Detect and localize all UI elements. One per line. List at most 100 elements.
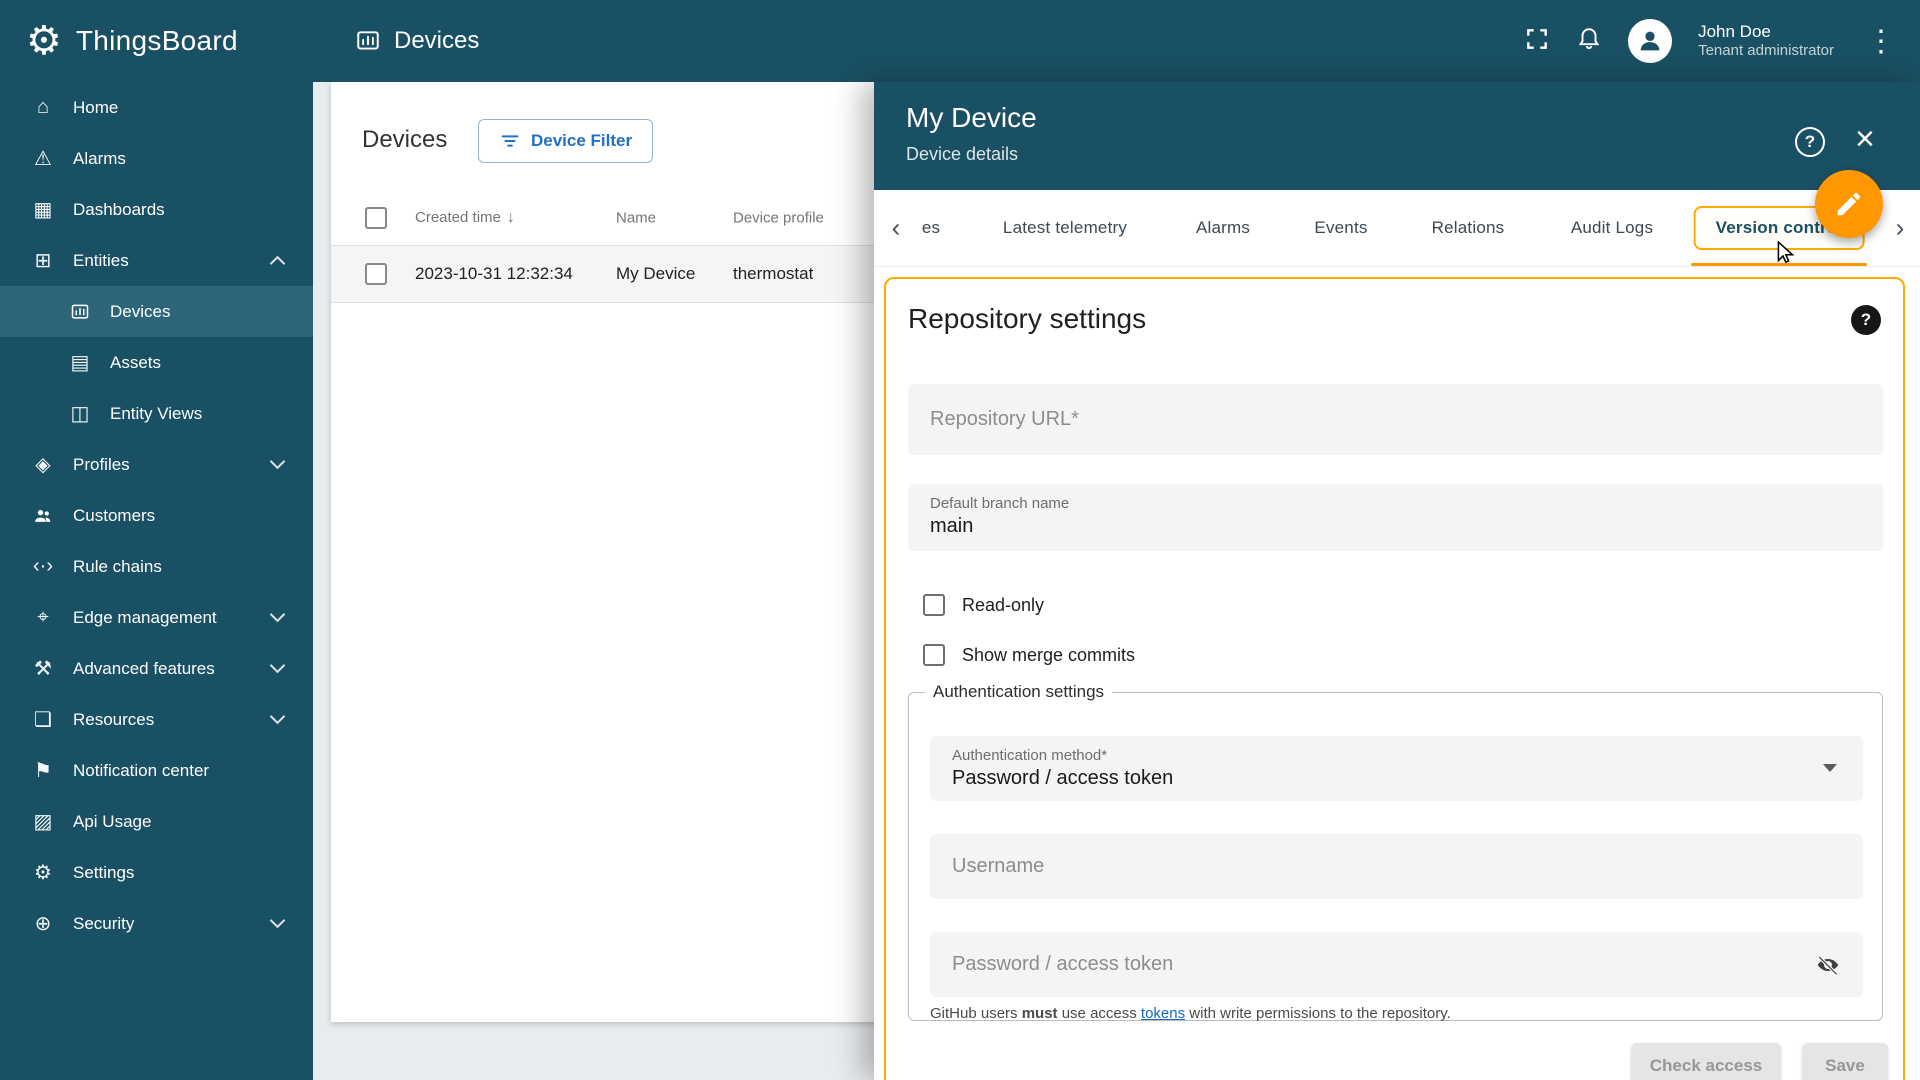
edge-antenna-icon: ⌖: [37, 606, 49, 628]
default-branch-input[interactable]: [930, 515, 1808, 538]
sidebar-item-customers[interactable]: Customers: [0, 490, 313, 541]
customers-icon: [30, 506, 56, 526]
mouse-cursor: [1773, 240, 1799, 271]
sidebar-item-resources[interactable]: ❏ Resources: [0, 694, 313, 745]
chevron-up-icon: [269, 255, 286, 272]
help-icon[interactable]: ?: [1795, 127, 1825, 157]
devices-icon: [67, 302, 93, 322]
repository-url-input[interactable]: [908, 408, 1786, 431]
username-input[interactable]: [930, 855, 1770, 878]
toggle-password-visibility-icon[interactable]: [1815, 952, 1841, 978]
sidebar-item-entity-views[interactable]: ◫ Entity Views: [0, 388, 313, 439]
flag-icon: ⚑: [34, 760, 52, 782]
entity-views-icon: ◫: [70, 403, 90, 425]
pencil-icon: [1837, 192, 1861, 216]
sidebar-item-security[interactable]: ⊕ Security: [0, 898, 313, 949]
chevron-down-icon: [269, 657, 286, 674]
tab-relations[interactable]: Relations: [1432, 218, 1505, 238]
cell-created-time: 2023-10-31 12:32:34: [415, 264, 573, 283]
tools-icon: ⚒: [34, 658, 52, 680]
column-name[interactable]: Name: [616, 209, 656, 226]
header-breadcrumb: Devices: [355, 0, 479, 82]
authentication-method-select[interactable]: Authentication method* Password / access…: [930, 736, 1863, 801]
profiles-icon: ◈: [35, 454, 51, 476]
fullscreen-icon[interactable]: [1524, 26, 1550, 57]
sidebar-item-edge-management[interactable]: ⌖ Edge management: [0, 592, 313, 643]
cell-device-profile: thermostat: [733, 264, 814, 283]
chevron-down-icon: [269, 606, 286, 623]
home-icon: ⌂: [36, 96, 50, 118]
save-button[interactable]: Save: [1802, 1043, 1888, 1080]
tab-alarms[interactable]: Alarms: [1196, 218, 1250, 238]
sidebar-item-assets[interactable]: ▤ Assets: [0, 337, 313, 388]
tabs-scroll-left-icon[interactable]: ‹: [892, 213, 901, 244]
rule-chains-icon: ‹·›: [33, 555, 53, 577]
tab-events[interactable]: Events: [1314, 218, 1367, 238]
device-filter-button[interactable]: Device Filter: [478, 119, 654, 163]
show-merge-commits-label: Show merge commits: [962, 644, 1136, 665]
sidebar-item-api-usage[interactable]: ▨ Api Usage: [0, 796, 313, 847]
notifications-bell-icon[interactable]: [1576, 26, 1602, 57]
authentication-settings-legend: Authentication settings: [933, 682, 1105, 701]
password-field: [930, 932, 1863, 997]
tokens-link[interactable]: tokens: [1141, 1005, 1185, 1022]
repository-help-icon[interactable]: ?: [1851, 305, 1881, 335]
close-icon[interactable]: ×: [1855, 122, 1875, 156]
sidebar-item-settings[interactable]: ⚙ Settings: [0, 847, 313, 898]
default-branch-field: Default branch name: [908, 484, 1883, 551]
app-name: ThingsBoard: [75, 25, 238, 56]
sidebar-item-home[interactable]: ⌂ Home: [0, 82, 313, 133]
page-title: Devices: [362, 126, 448, 153]
app-root: Devices John Doe Tenant administrator ⋮ …: [0, 0, 1920, 1080]
drawer-subtitle: Device details: [906, 144, 1019, 164]
chevron-down-icon: [269, 453, 286, 470]
sidebar-item-dashboards[interactable]: ▦ Dashboards: [0, 184, 313, 235]
device-details-drawer: My Device Device details ? × ‹ es Latest…: [874, 82, 1920, 1080]
check-access-button[interactable]: Check access: [1631, 1043, 1781, 1080]
user-info: John Doe Tenant administrator: [1698, 21, 1834, 61]
default-branch-label: Default branch name: [930, 495, 1070, 512]
more-options-icon[interactable]: ⋮: [1860, 24, 1902, 59]
user-avatar[interactable]: [1628, 19, 1673, 63]
sidebar-item-devices[interactable]: Devices: [0, 286, 313, 337]
chevron-down-icon: [269, 912, 286, 929]
alarm-warning-icon: ⚠: [34, 148, 52, 170]
column-created-time[interactable]: Created time ↓: [415, 209, 515, 227]
tab-truncated[interactable]: es: [922, 218, 940, 238]
token-hint-text: GitHub users must use access tokens with…: [930, 1005, 1451, 1022]
column-device-profile[interactable]: Device profile: [733, 209, 824, 226]
row-checkbox[interactable]: [365, 263, 387, 285]
password-input[interactable]: [930, 953, 1770, 976]
drawer-tabs: ‹ es Latest telemetry Alarms Events Rela…: [874, 190, 1920, 267]
sidebar: ⚙ ThingsBoard ⌂ Home ⚠ Alarms ▦ Dashboar…: [0, 0, 313, 1080]
select-all-checkbox[interactable]: [365, 206, 387, 229]
tab-latest-telemetry[interactable]: Latest telemetry: [1003, 218, 1127, 238]
drawer-header: My Device Device details ? ×: [874, 82, 1920, 190]
security-globe-icon: ⊕: [34, 913, 52, 935]
sidebar-item-entities[interactable]: ⊞ Entities: [0, 235, 313, 286]
show-merge-commits-checkbox[interactable]: [923, 644, 945, 666]
header-actions: John Doe Tenant administrator ⋮: [1524, 0, 1902, 82]
cell-name: My Device: [616, 264, 696, 283]
sidebar-item-advanced-features[interactable]: ⚒ Advanced features: [0, 643, 313, 694]
edit-fab-button[interactable]: [1815, 170, 1883, 238]
devices-icon: [357, 31, 379, 50]
assets-icon: ▤: [70, 352, 90, 374]
authentication-method-value: Password / access token: [952, 767, 1174, 789]
app-logo[interactable]: ⚙ ThingsBoard: [0, 0, 313, 82]
entities-icon: ⊞: [34, 250, 52, 272]
tab-audit-logs[interactable]: Audit Logs: [1571, 218, 1653, 238]
gear-icon: ⚙: [34, 862, 52, 884]
readonly-row: Read-only: [923, 593, 1044, 617]
sidebar-item-rule-chains[interactable]: ‹·› Rule chains: [0, 541, 313, 592]
sidebar-item-notification-center[interactable]: ⚑ Notification center: [0, 745, 313, 796]
repository-settings-heading: Repository settings: [908, 303, 1147, 334]
sidebar-item-alarms[interactable]: ⚠ Alarms: [0, 133, 313, 184]
dropdown-arrow-icon: [1823, 764, 1837, 772]
tabs-scroll-right-icon[interactable]: ›: [1896, 213, 1905, 244]
sidebar-item-profiles[interactable]: ◈ Profiles: [0, 439, 313, 490]
authentication-method-label: Authentication method*: [952, 747, 1108, 764]
readonly-label: Read-only: [962, 594, 1045, 615]
readonly-checkbox[interactable]: [923, 594, 945, 616]
logo-gear-icon: ⚙: [26, 19, 62, 63]
